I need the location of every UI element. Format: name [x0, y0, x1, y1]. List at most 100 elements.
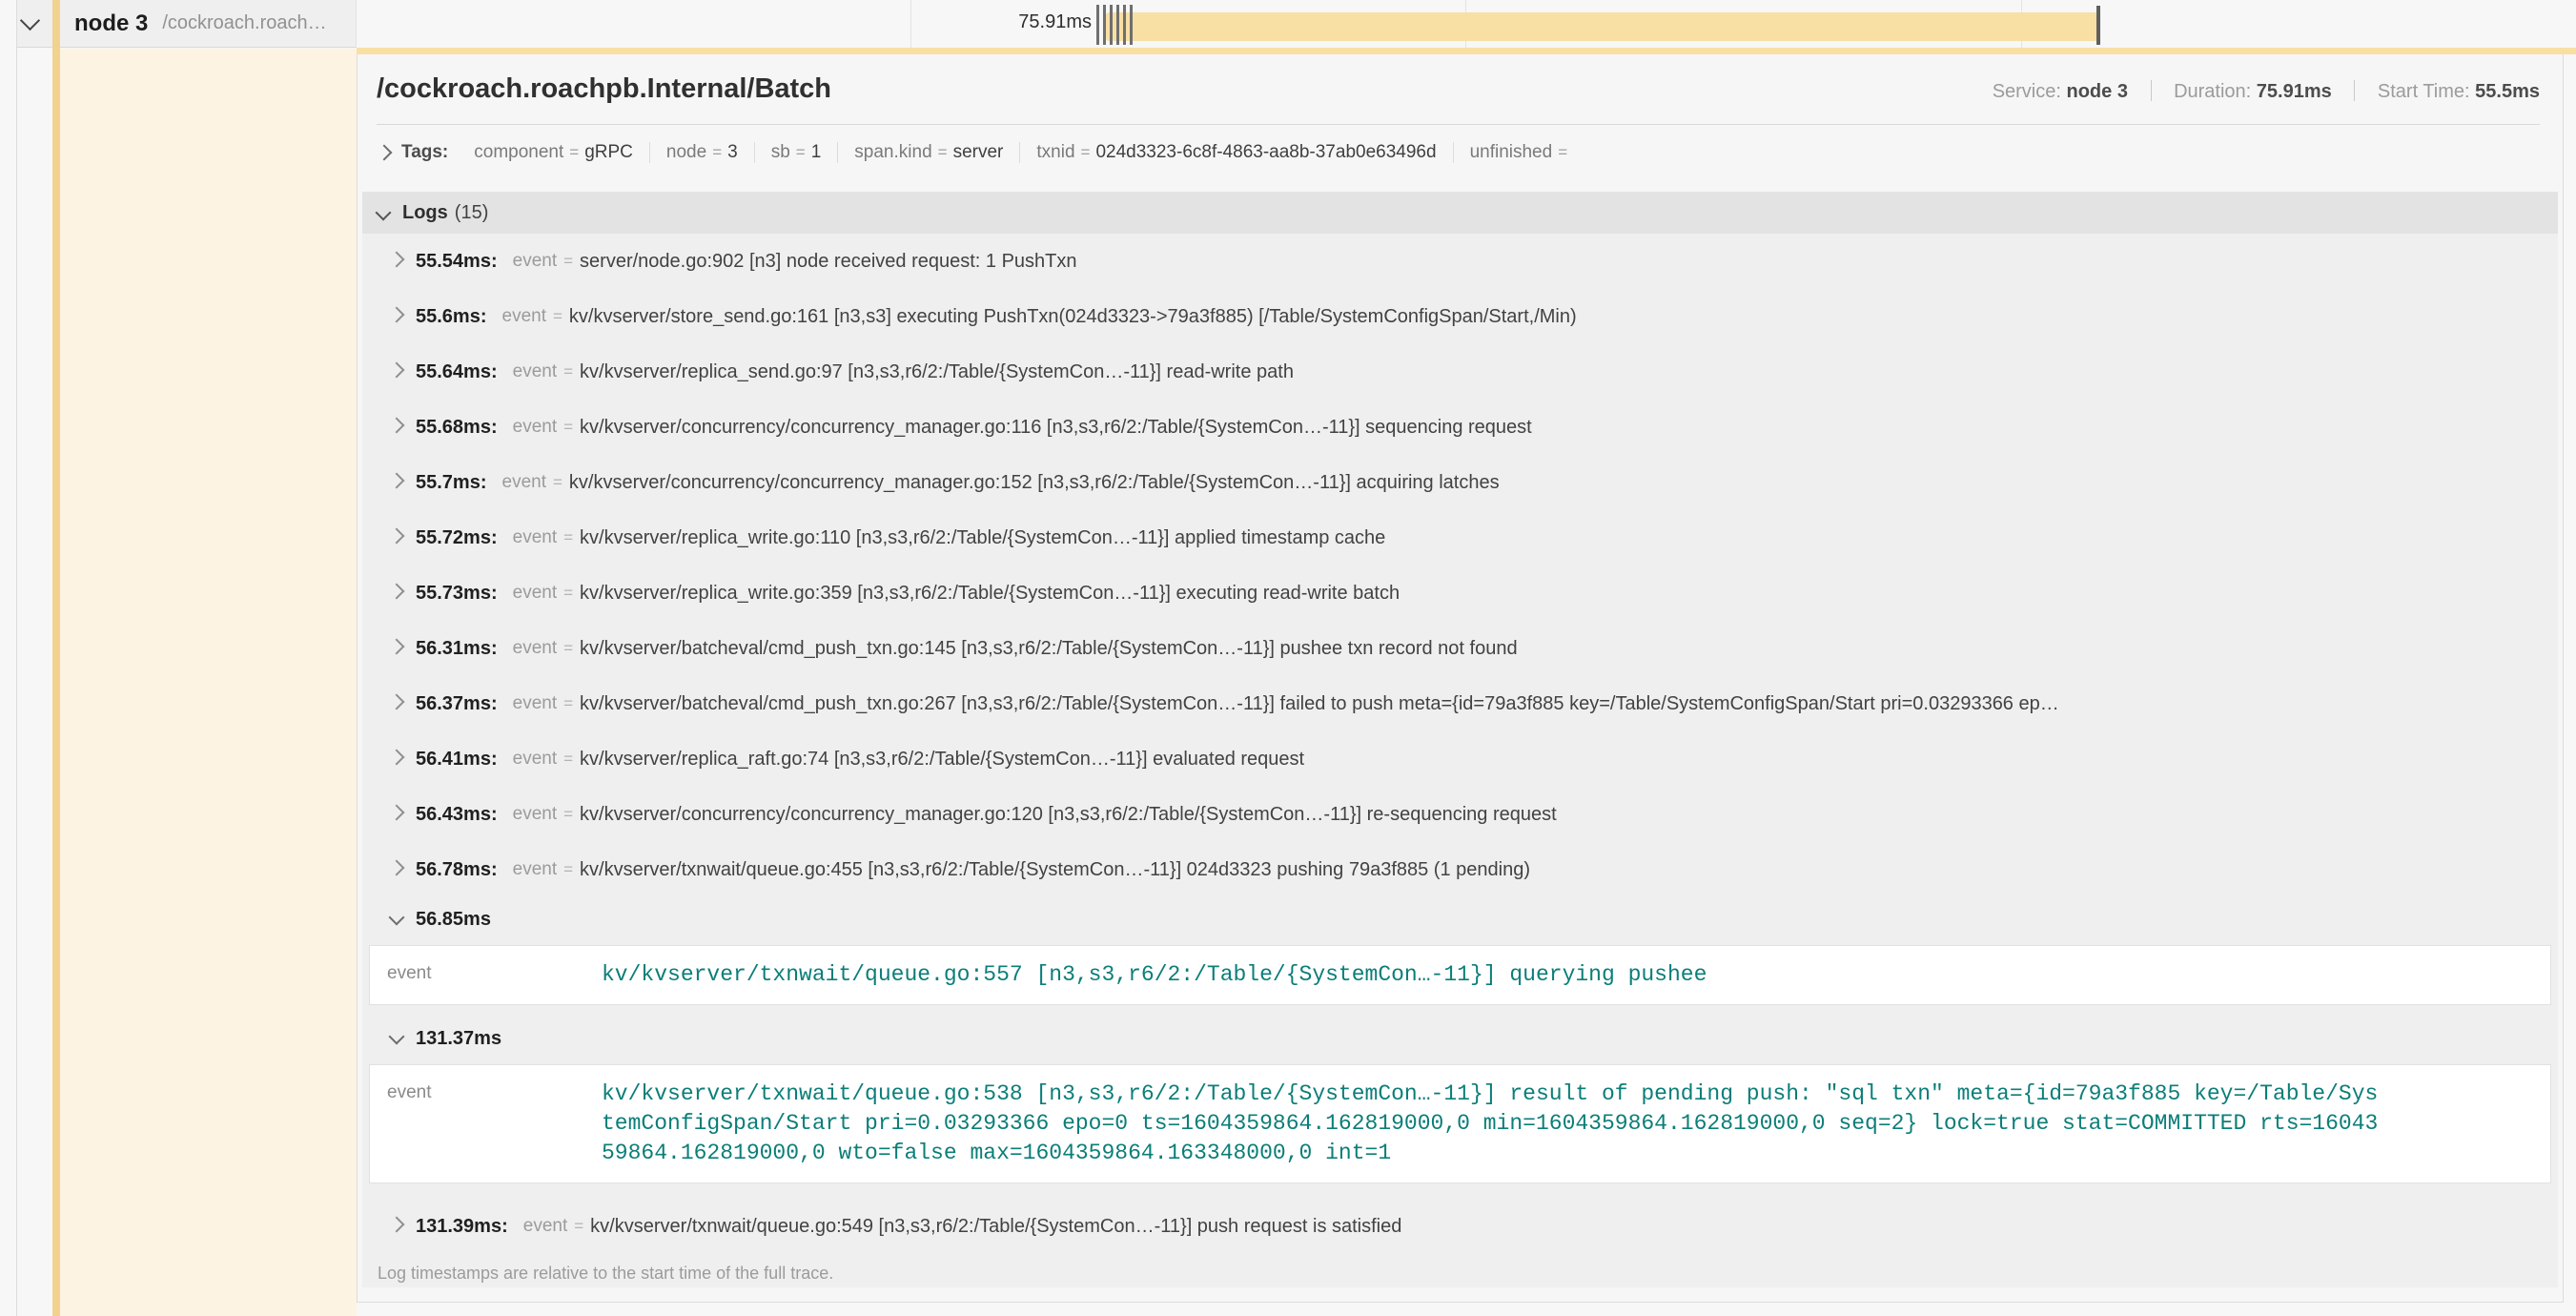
chevron-down-icon: [20, 10, 40, 31]
logs-title: Logs: [402, 202, 448, 224]
chevron-right-icon: [389, 252, 405, 268]
span-name-tab[interactable]: node 3 /cockroach.roach…: [17, 0, 357, 48]
log-row[interactable]: 55.7ms: event = kv/kvserver/concurrency/…: [362, 455, 2558, 510]
log-row[interactable]: 55.6ms: event = kv/kvserver/store_send.g…: [362, 289, 2558, 344]
log-row[interactable]: 56.31ms: event = kv/kvserver/batcheval/c…: [362, 621, 2558, 676]
log-field-key: event: [387, 960, 602, 990]
left-rail-divider: [16, 0, 17, 1316]
card-top-accent-border: [357, 48, 2576, 54]
span-duration-label: 75.91ms: [930, 11, 1092, 33]
equals-sign: =: [563, 418, 573, 437]
equals-sign: =: [563, 805, 573, 824]
log-row[interactable]: 56.37ms: event = kv/kvserver/batcheval/c…: [362, 676, 2558, 731]
duration-value: 75.91ms: [2257, 81, 2332, 102]
log-entry-expanded: 56.85ms event kv/kvserver/txnwait/queue.…: [362, 901, 2558, 1005]
chevron-right-icon: [389, 639, 405, 655]
equals-sign: =: [796, 143, 806, 162]
equals-sign: =: [553, 473, 562, 492]
log-entry-expanded: 131.37ms event kv/kvserver/txnwait/queue…: [362, 1020, 2558, 1183]
chevron-right-icon: [389, 860, 405, 876]
equals-sign: =: [553, 307, 562, 326]
log-fields-table: event kv/kvserver/txnwait/queue.go:557 […: [369, 945, 2551, 1005]
chevron-right-icon: [389, 694, 405, 710]
service-value: node 3: [2067, 81, 2128, 102]
log-row[interactable]: 55.72ms: event = kv/kvserver/replica_wri…: [362, 510, 2558, 565]
logs-count: (15): [455, 202, 489, 224]
equals-sign: =: [569, 143, 579, 162]
log-row[interactable]: 56.43ms: event = kv/kvserver/concurrency…: [362, 787, 2558, 842]
equals-sign: =: [574, 1217, 583, 1236]
log-row[interactable]: 55.73ms: event = kv/kvserver/replica_wri…: [362, 565, 2558, 621]
title-row: /cockroach.roachpb.Internal/Batch Servic…: [377, 68, 2540, 125]
logs-header-bar[interactable]: Logs (15): [362, 192, 2558, 234]
equals-sign: =: [563, 694, 573, 713]
service-label: Service:: [1993, 81, 2061, 102]
log-row[interactable]: 55.68ms: event = kv/kvserver/concurrency…: [362, 400, 2558, 455]
chevron-right-icon: [389, 528, 405, 545]
duration-label: Duration:: [2174, 81, 2251, 102]
equals-sign: =: [563, 639, 573, 658]
chevron-right-icon: [389, 307, 405, 323]
log-fields-table: event kv/kvserver/txnwait/queue.go:538 […: [369, 1064, 2551, 1183]
span-bar[interactable]: [1106, 12, 2099, 41]
equals-sign: =: [563, 362, 573, 381]
log-tick-marks: [1096, 5, 1133, 45]
tag-node: node = 3: [650, 142, 755, 163]
logs-section: Logs (15) 55.54ms: event = server/node.g…: [362, 192, 2558, 1287]
span-operation-title: /cockroach.roachpb.Internal/Batch: [377, 73, 831, 105]
chevron-right-icon: [389, 362, 405, 379]
equals-sign: =: [563, 860, 573, 879]
log-row[interactable]: 55.54ms: event = server/node.go:902 [n3]…: [362, 234, 2558, 289]
log-row[interactable]: 56.78ms: event = kv/kvserver/txnwait/que…: [362, 842, 2558, 897]
overview-divider: [2151, 80, 2152, 101]
equals-sign: =: [563, 750, 573, 769]
log-row[interactable]: 131.39ms: event = kv/kvserver/txnwait/qu…: [362, 1199, 2558, 1254]
equals-sign: =: [563, 584, 573, 603]
tags-label: Tags:: [401, 142, 448, 163]
chevron-right-icon: [389, 418, 405, 434]
overview-divider: [2354, 80, 2355, 101]
log-field-key: event: [387, 1080, 602, 1168]
tag-unfinished: unfinished =: [1454, 142, 1590, 163]
logs-list: 55.54ms: event = server/node.go:902 [n3]…: [362, 234, 2558, 1287]
tab-service-name: node 3: [74, 10, 148, 37]
chevron-right-icon: [389, 750, 405, 766]
timeline-header[interactable]: 75.91ms: [357, 0, 2576, 48]
tag-component: component = gRPC: [458, 142, 650, 163]
tag-txnid: txnid = 024d3323-6c8f-4863-aa8b-37ab0e63…: [1020, 142, 1453, 163]
log-row[interactable]: 56.41ms: event = kv/kvserver/replica_raf…: [362, 731, 2558, 787]
tag-sb: sb = 1: [755, 142, 839, 163]
log-entry-toggle[interactable]: 131.37ms: [362, 1020, 2558, 1057]
chevron-right-icon: [377, 145, 393, 161]
chevron-down-icon: [389, 910, 405, 926]
equals-sign: =: [1081, 143, 1091, 162]
log-row[interactable]: 55.64ms: event = kv/kvserver/replica_sen…: [362, 344, 2558, 400]
selected-span-name-column[interactable]: [60, 49, 357, 1316]
log-field-value: kv/kvserver/txnwait/queue.go:538 [n3,s3,…: [602, 1080, 2384, 1168]
equals-sign: =: [563, 528, 573, 547]
span-detail-card: /cockroach.roachpb.Internal/Batch Servic…: [357, 54, 2564, 1303]
span-overview: Service: node 3 Duration: 75.91ms Start …: [1993, 80, 2540, 103]
start-time-value: 55.5ms: [2475, 81, 2540, 102]
start-time-label: Start Time:: [2378, 81, 2470, 102]
collapse-all-button[interactable]: [23, 13, 46, 36]
equals-sign: =: [712, 143, 722, 162]
log-entry-toggle[interactable]: 56.85ms: [362, 901, 2558, 937]
tags-toggle-row[interactable]: Tags: component = gRPC node = 3 sb = 1 s…: [377, 125, 2540, 180]
chevron-down-icon: [389, 1029, 405, 1045]
timeline-gridline: [910, 0, 911, 48]
equals-sign: =: [938, 143, 948, 162]
equals-sign: =: [563, 252, 573, 271]
chevron-right-icon: [389, 805, 405, 821]
chevron-right-icon: [389, 584, 405, 600]
trace-end-marker: [2096, 6, 2100, 45]
span-color-accent-bar: [52, 0, 60, 1316]
chevron-right-icon: [389, 1217, 405, 1233]
chevron-down-icon: [376, 205, 392, 221]
equals-sign: =: [1558, 143, 1567, 162]
chevron-right-icon: [389, 473, 405, 489]
log-field-value: kv/kvserver/txnwait/queue.go:557 [n3,s3,…: [602, 960, 2384, 990]
tab-operation-name: /cockroach.roach…: [162, 12, 326, 34]
logs-footer-note: Log timestamps are relative to the start…: [362, 1254, 2558, 1284]
tag-span-kind: span.kind = server: [838, 142, 1020, 163]
